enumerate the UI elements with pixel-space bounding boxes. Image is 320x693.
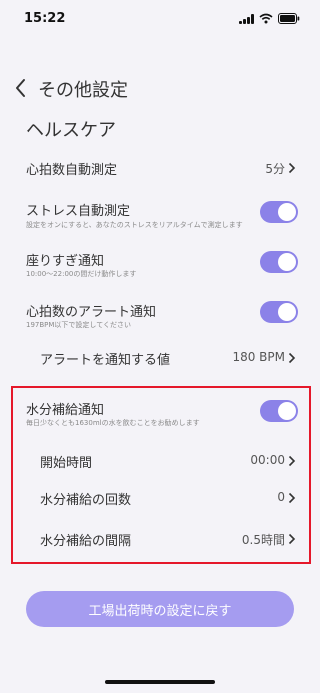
setting-value: 00:00 [250,453,285,467]
stress-toggle[interactable] [260,201,298,223]
page-title: その他設定 [38,80,128,101]
setting-label: 水分補給の間隔 [40,534,132,549]
setting-description: 197BPM以下で設定してください [26,321,132,329]
wifi-icon [259,13,273,24]
chevron-right-icon [288,352,296,364]
toggle-knob [278,203,296,221]
setting-description: 毎日少なくとも1630mlの水を飲むことをお勧めします [26,419,200,427]
section-title: ヘルスケア [26,120,116,141]
toggle-knob [278,303,296,321]
chevron-right-icon [288,492,296,504]
setting-stress-auto: ストレス自動測定 設定をオンにすると、あなたのストレスをリアルタイムで測定します [0,196,320,242]
setting-label: 心拍数のアラート通知 [26,305,157,320]
setting-label: 心拍数自動測定 [26,163,118,178]
setting-description: 10:00〜22:00の間だけ動作します [26,270,137,278]
setting-label: ストレス自動測定 [26,204,131,219]
setting-value: 0 [277,490,285,504]
setting-value: 180 BPM [232,350,285,364]
status-icons [239,13,300,24]
setting-heart-rate-alert: 心拍数のアラート通知 197BPM以下で設定してください [0,298,320,334]
chevron-right-icon [288,533,296,545]
back-chevron-icon[interactable] [12,77,30,99]
setting-label: 水分補給通知 [26,403,105,418]
setting-start-time[interactable]: 開始時間 00:00 [0,448,320,474]
setting-heart-rate-auto[interactable]: 心拍数自動測定 5分 [0,152,320,182]
factory-reset-button[interactable]: 工場出荷時の設定に戻す [26,591,294,627]
setting-label: 座りすぎ通知 [26,254,105,269]
cellular-signal-icon [239,13,254,24]
setting-alert-value[interactable]: アラートを通知する値 180 BPM [0,345,320,371]
setting-hydration-interval[interactable]: 水分補給の間隔 0.5時間 [0,526,320,552]
setting-description: 設定をオンにすると、あなたのストレスをリアルタイムで測定します [26,221,243,229]
setting-label: 水分補給の回数 [40,493,132,508]
setting-label: 開始時間 [40,456,93,471]
setting-sedentary: 座りすぎ通知 10:00〜22:00の間だけ動作します [0,246,320,282]
nav-header: その他設定 [0,74,320,102]
status-time: 15:22 [24,11,66,26]
home-indicator [105,680,215,684]
setting-hydration: 水分補給通知 毎日少なくとも1630mlの水を飲むことをお勧めします [0,396,320,432]
toggle-knob [278,253,296,271]
heart-rate-alert-toggle[interactable] [260,301,298,323]
hydration-toggle[interactable] [260,400,298,422]
setting-value: 5分 [265,162,285,176]
battery-icon [278,13,300,24]
setting-hydration-count[interactable]: 水分補給の回数 0 [0,485,320,511]
setting-label: アラートを通知する値 [40,353,171,368]
toggle-knob [278,402,296,420]
sedentary-toggle[interactable] [260,251,298,273]
status-bar: 15:22 [0,0,320,40]
setting-value: 0.5時間 [241,533,285,547]
chevron-right-icon [288,162,296,174]
chevron-right-icon [288,455,296,467]
